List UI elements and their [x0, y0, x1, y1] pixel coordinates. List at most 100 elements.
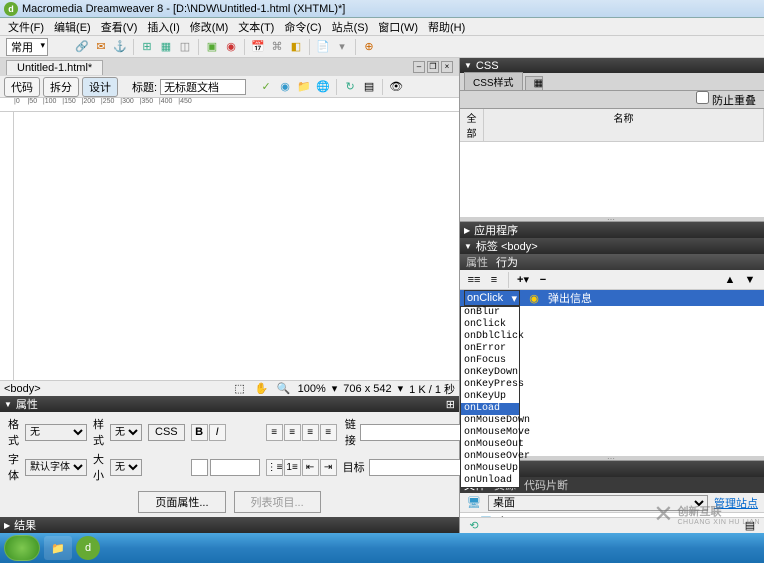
behavior-tab[interactable]: 行为: [496, 254, 518, 270]
col-all[interactable]: 全部: [460, 109, 484, 141]
doc-tab[interactable]: Untitled-1.html*: [6, 60, 103, 75]
event-opt[interactable]: onError: [461, 343, 519, 355]
refresh-icon[interactable]: ↻: [342, 79, 358, 95]
event-opt[interactable]: onDblClick: [461, 331, 519, 343]
size-select[interactable]: 无: [110, 459, 142, 476]
tag-selector[interactable]: <body>: [4, 383, 41, 395]
title-input[interactable]: [160, 79, 246, 95]
style-select[interactable]: 无: [110, 424, 142, 441]
event-opt[interactable]: onKeyDown: [461, 367, 519, 379]
bold-icon[interactable]: B: [191, 424, 208, 441]
css-button[interactable]: CSS: [148, 424, 185, 441]
date-icon[interactable]: 📅: [250, 39, 266, 55]
align-justify-icon[interactable]: ≡: [320, 424, 337, 441]
font-select[interactable]: 默认字体: [25, 459, 87, 476]
minimize-doc-icon[interactable]: ‒: [413, 61, 425, 73]
behavior-list[interactable]: onClick▾ ◉ 弹出信息 onBlur onClick onDblClic…: [460, 290, 764, 455]
design-canvas[interactable]: [14, 112, 459, 380]
server-icon[interactable]: ⌘: [269, 39, 285, 55]
event-dropdown[interactable]: onClick▾: [464, 290, 520, 306]
comment-icon[interactable]: ◧: [288, 39, 304, 55]
menu-file[interactable]: 文件(F): [4, 18, 48, 36]
list-item-button[interactable]: 列表项目...: [234, 491, 321, 513]
templates-icon[interactable]: ▾: [334, 39, 350, 55]
list-ul-icon[interactable]: ⋮≡: [266, 459, 283, 476]
layers-tab[interactable]: ▦: [525, 76, 543, 90]
text-color-input[interactable]: [210, 459, 260, 476]
menu-edit[interactable]: 编辑(E): [50, 18, 95, 36]
event-opt[interactable]: onFocus: [461, 355, 519, 367]
zoom-level[interactable]: 100%: [298, 383, 326, 395]
menu-help[interactable]: 帮助(H): [424, 18, 469, 36]
text-color-swatch[interactable]: [191, 459, 208, 476]
tag-icon[interactable]: ⊕: [361, 39, 377, 55]
validate-icon[interactable]: ✓: [258, 79, 274, 95]
hand-tool-icon[interactable]: ✋: [254, 381, 270, 397]
split-view-button[interactable]: 拆分: [43, 77, 79, 97]
event-opt[interactable]: onLoad: [461, 403, 519, 415]
window-size[interactable]: 706 x 542: [343, 383, 391, 395]
start-button[interactable]: [4, 535, 40, 561]
indent-icon[interactable]: ⇥: [320, 459, 337, 476]
close-doc-icon[interactable]: ×: [441, 61, 453, 73]
format-select[interactable]: 无: [25, 424, 87, 441]
menu-view[interactable]: 查看(V): [97, 18, 142, 36]
css-styles-tab[interactable]: CSS样式: [464, 72, 523, 90]
event-opt[interactable]: onMouseUp: [461, 463, 519, 475]
add-behavior-icon[interactable]: +▾: [515, 272, 531, 288]
hyperlink-icon[interactable]: 🔗: [74, 39, 90, 55]
event-opt[interactable]: onMouseMove: [461, 427, 519, 439]
remove-behavior-icon[interactable]: −: [535, 272, 551, 288]
properties-panel-header[interactable]: 属性⊞: [0, 396, 459, 412]
align-right-icon[interactable]: ≡: [302, 424, 319, 441]
col-name[interactable]: 名称: [484, 109, 764, 141]
anchor-icon[interactable]: ⚓: [112, 39, 128, 55]
table-icon[interactable]: ⊞: [139, 39, 155, 55]
browser-check-icon[interactable]: ◉: [277, 79, 293, 95]
event-opt[interactable]: onMouseOver: [461, 451, 519, 463]
tag-panel-header[interactable]: 标签 <body>: [460, 238, 764, 254]
explorer-task-icon[interactable]: 📁: [44, 536, 72, 560]
select-tool-icon[interactable]: ⬚: [232, 381, 248, 397]
visual-aids-icon[interactable]: 👁: [388, 79, 404, 95]
image-icon[interactable]: ▣: [204, 39, 220, 55]
app-panel-header[interactable]: 应用程序: [460, 222, 764, 238]
event-opt[interactable]: onMouseOut: [461, 439, 519, 451]
menu-window[interactable]: 窗口(W): [374, 18, 422, 36]
event-opt[interactable]: onKeyPress: [461, 379, 519, 391]
connect-icon[interactable]: ⟲: [466, 518, 482, 534]
outdent-icon[interactable]: ⇤: [302, 459, 319, 476]
file-mgmt-icon[interactable]: 📁: [296, 79, 312, 95]
zoom-tool-icon[interactable]: 🔍: [276, 381, 292, 397]
event-opt[interactable]: onClick: [461, 319, 519, 331]
design-view-button[interactable]: 设计: [82, 77, 118, 97]
page-props-button[interactable]: 页面属性...: [138, 491, 225, 513]
category-dropdown[interactable]: 常用: [6, 38, 48, 56]
restore-doc-icon[interactable]: ❐: [427, 61, 439, 73]
menu-modify[interactable]: 修改(M): [186, 18, 233, 36]
menu-site[interactable]: 站点(S): [328, 18, 373, 36]
list-ol-icon[interactable]: 1≡: [284, 459, 301, 476]
dreamweaver-task-icon[interactable]: d: [76, 536, 100, 560]
css-panel-header[interactable]: CSS: [460, 58, 764, 73]
event-opt[interactable]: onKeyUp: [461, 391, 519, 403]
italic-icon[interactable]: I: [209, 424, 226, 441]
script-icon[interactable]: 📄: [315, 39, 331, 55]
move-up-icon[interactable]: ▲: [722, 272, 738, 288]
show-all-icon[interactable]: ≡: [486, 272, 502, 288]
show-set-icon[interactable]: ≡≡: [466, 272, 482, 288]
event-opt[interactable]: onUnload: [461, 475, 519, 487]
prevent-overlap-checkbox[interactable]: [696, 91, 709, 104]
event-opt[interactable]: onMouseDown: [461, 415, 519, 427]
view-options-icon[interactable]: ▤: [361, 79, 377, 95]
align-center-icon[interactable]: ≡: [284, 424, 301, 441]
menu-text[interactable]: 文本(T): [234, 18, 278, 36]
results-panel-header[interactable]: 结果: [0, 517, 459, 533]
div-icon[interactable]: ◫: [177, 39, 193, 55]
snippets-tab[interactable]: 代码片断: [524, 477, 568, 493]
move-down-icon[interactable]: ▼: [742, 272, 758, 288]
event-dropdown-list[interactable]: onBlur onClick onDblClick onError onFocu…: [460, 306, 520, 488]
code-view-button[interactable]: 代码: [4, 77, 40, 97]
behavior-row[interactable]: onClick▾ ◉ 弹出信息: [460, 290, 764, 306]
css-list[interactable]: [460, 142, 764, 216]
